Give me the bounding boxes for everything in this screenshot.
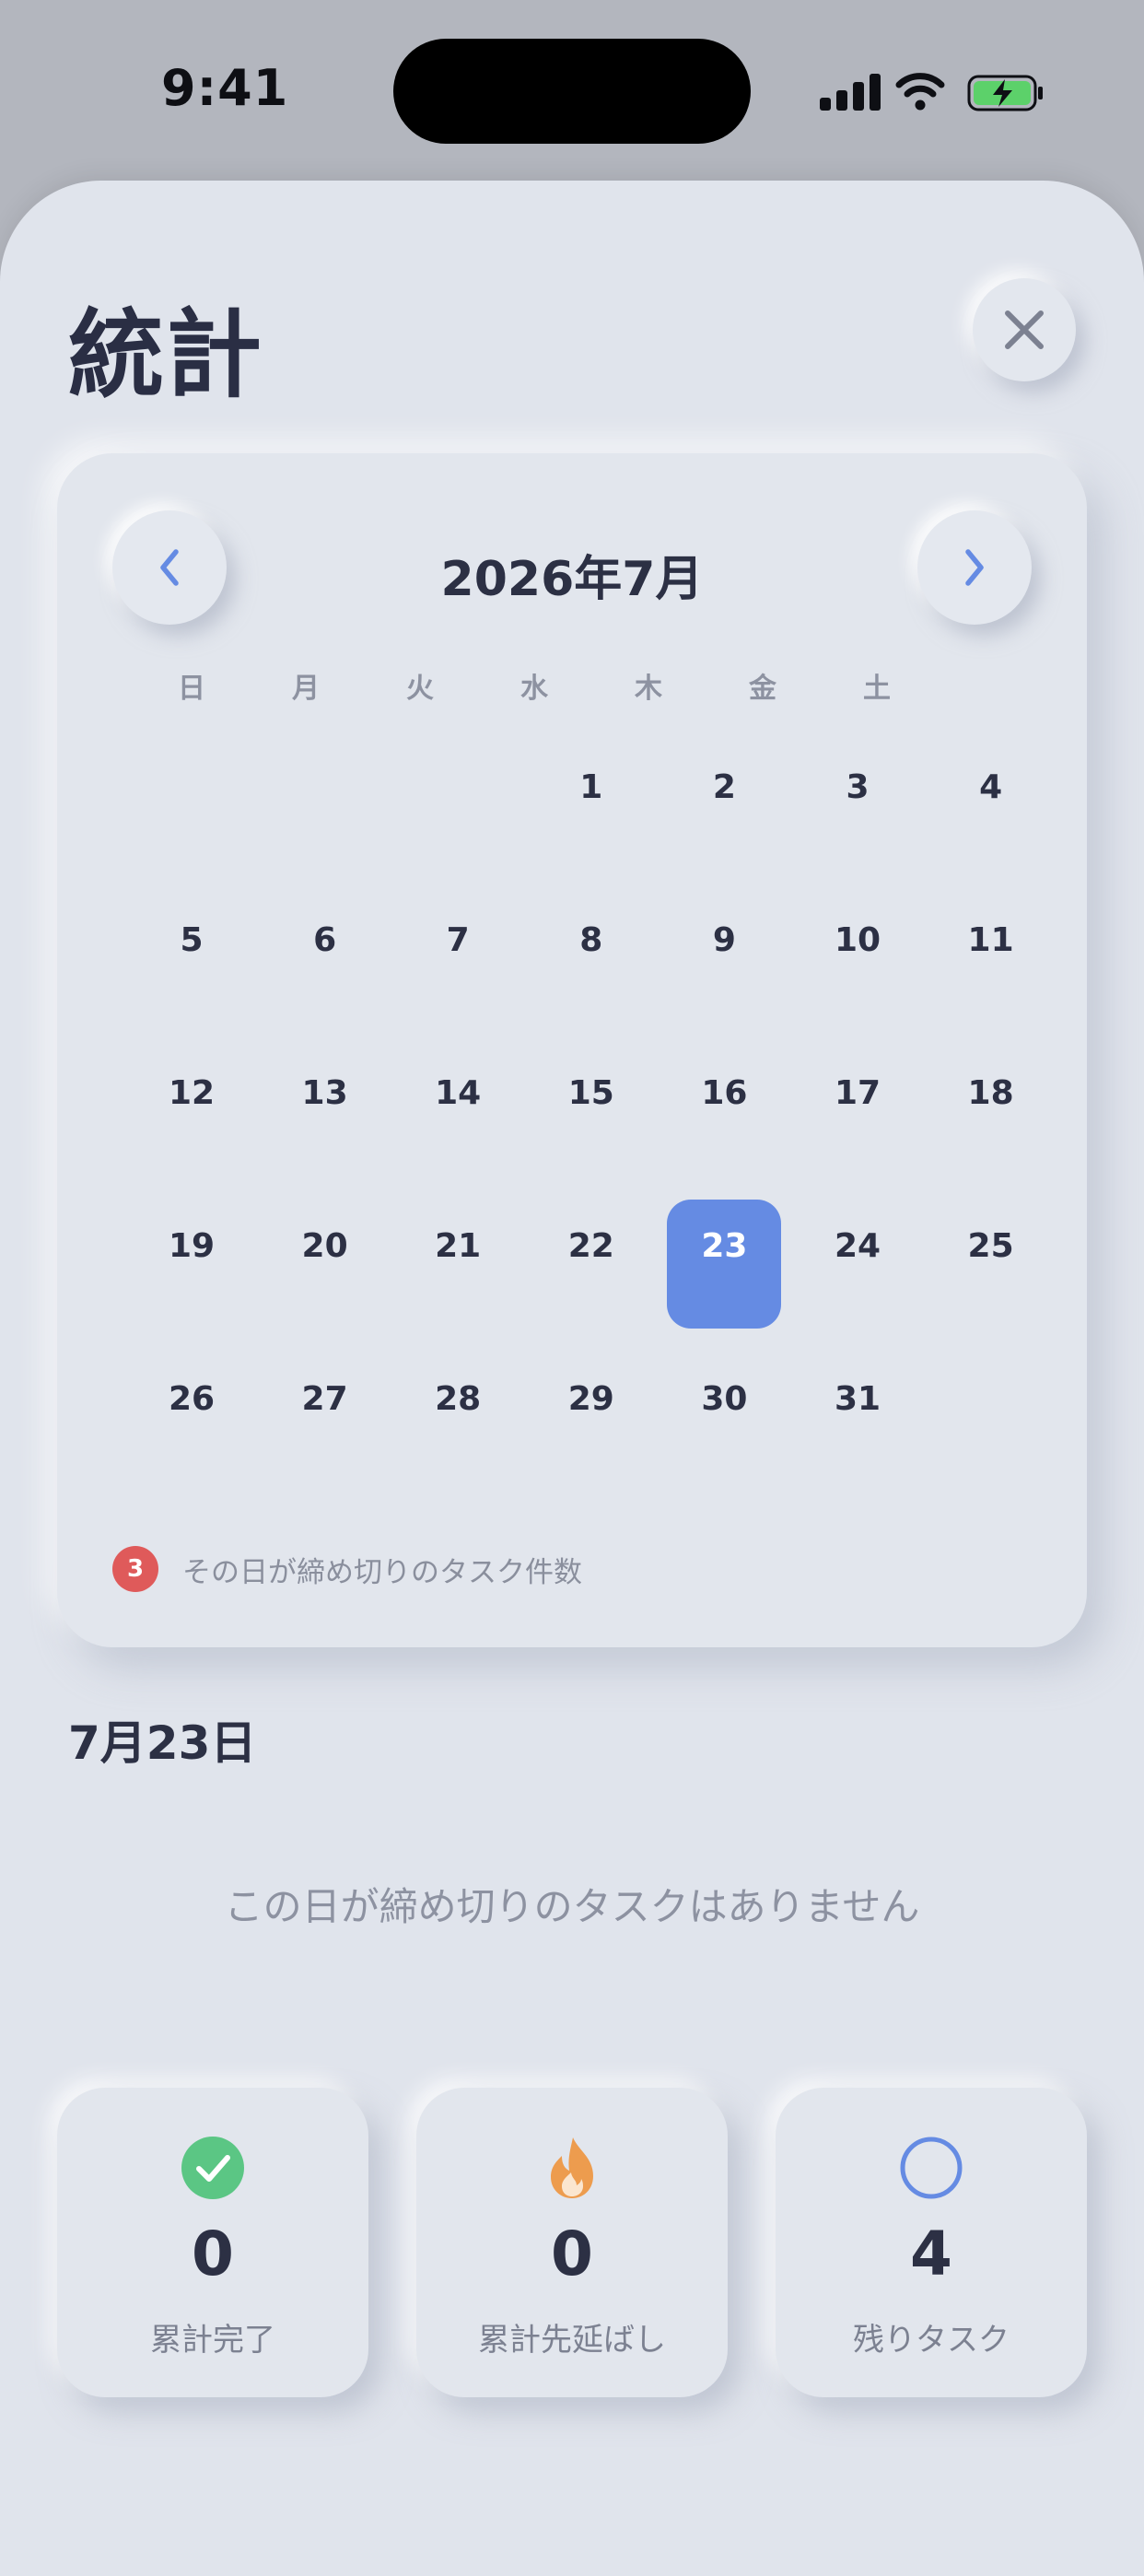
calendar-day[interactable]: 1 — [534, 741, 648, 870]
weekday-header: 日月火水木金土 — [134, 665, 934, 711]
calendar-day[interactable]: 5 — [134, 894, 249, 1023]
circle-outline-icon — [900, 2137, 963, 2199]
calendar-day[interactable]: 18 — [934, 1047, 1048, 1176]
calendar-day[interactable]: 2 — [667, 741, 781, 870]
calendar-day[interactable]: 13 — [268, 1047, 382, 1176]
stat-card-remaining: 4 残りタスク — [776, 2088, 1087, 2397]
battery-charging-icon — [967, 75, 1043, 111]
weekday-label: 土 — [863, 673, 891, 705]
chevron-right-icon — [965, 549, 984, 586]
weekday-label: 水 — [520, 673, 548, 705]
weekday-label: 月 — [292, 673, 320, 705]
calendar-day[interactable]: 12 — [134, 1047, 249, 1176]
stat-value: 0 — [192, 2219, 234, 2289]
checkmark-circle-icon — [181, 2137, 244, 2199]
stat-label: 累計先延ばし — [478, 2322, 666, 2359]
stat-label: 累計完了 — [150, 2322, 275, 2359]
stat-card-completed: 0 累計完了 — [57, 2088, 368, 2397]
calendar-day[interactable]: 11 — [934, 894, 1048, 1023]
wifi-icon — [895, 73, 945, 111]
calendar-day[interactable]: 19 — [134, 1200, 249, 1329]
calendar-day[interactable]: 27 — [268, 1352, 382, 1481]
cellular-signal-icon — [820, 74, 881, 111]
dynamic-island — [393, 39, 751, 144]
calendar-day[interactable]: 28 — [401, 1352, 515, 1481]
calendar-day[interactable]: 3 — [800, 741, 915, 870]
calendar-day-selected[interactable]: 23 — [667, 1200, 782, 1329]
next-month-button[interactable] — [917, 510, 1032, 625]
calendar-day[interactable]: 6 — [268, 894, 382, 1023]
close-icon — [1005, 310, 1044, 349]
legend-text: その日が締め切りのタスク件数 — [182, 1555, 582, 1589]
calendar-day[interactable]: 31 — [800, 1352, 915, 1481]
calendar-day[interactable]: 17 — [800, 1047, 915, 1176]
close-button[interactable] — [973, 278, 1076, 381]
calendar-day[interactable]: 14 — [401, 1047, 515, 1176]
calendar-day[interactable]: 20 — [268, 1200, 382, 1329]
empty-tasks-message: この日が締め切りのタスクはありません — [224, 1884, 920, 1929]
status-bar: 9:41 — [0, 0, 1144, 175]
calendar-day[interactable]: 25 — [934, 1200, 1048, 1329]
page-title: 統計 — [68, 299, 264, 411]
calendar-day[interactable]: 8 — [534, 894, 648, 1023]
flame-icon — [551, 2137, 593, 2198]
calendar-day[interactable]: 7 — [401, 894, 515, 1023]
stat-value: 4 — [910, 2219, 952, 2289]
stat-value: 0 — [551, 2219, 593, 2289]
calendar-day[interactable]: 10 — [800, 894, 915, 1023]
calendar-day[interactable]: 22 — [534, 1200, 648, 1329]
calendar-day[interactable]: 26 — [134, 1352, 249, 1481]
calendar-day[interactable]: 15 — [534, 1047, 648, 1176]
calendar-day[interactable]: 9 — [667, 894, 781, 1023]
calendar-day[interactable]: 30 — [667, 1352, 781, 1481]
calendar-day[interactable]: 4 — [934, 741, 1048, 870]
weekday-label: 日 — [178, 673, 205, 705]
calendar-day[interactable]: 21 — [401, 1200, 515, 1329]
selected-date-heading: 7月23日 — [68, 1716, 257, 1770]
legend: 3 その日が締め切りのタスク件数 — [112, 1546, 582, 1592]
weekday-label: 火 — [406, 673, 434, 705]
calendar-day[interactable]: 16 — [667, 1047, 781, 1176]
calendar-day[interactable]: 24 — [800, 1200, 915, 1329]
calendar-day[interactable]: 29 — [534, 1352, 648, 1481]
calendar-card: 2026年7月 日月火水木金土 1 2 3 4 5 6 7 8 9 10 11 12 13 14 15 16 1… — [57, 453, 1087, 1647]
weekday-label: 木 — [635, 673, 662, 705]
weekday-label: 金 — [749, 673, 776, 705]
status-time: 9:41 — [161, 59, 289, 117]
stat-label: 残りタスク — [853, 2322, 1010, 2359]
stat-card-procrastinated: 0 累計先延ばし — [416, 2088, 728, 2397]
task-count-badge: 3 — [112, 1546, 158, 1592]
